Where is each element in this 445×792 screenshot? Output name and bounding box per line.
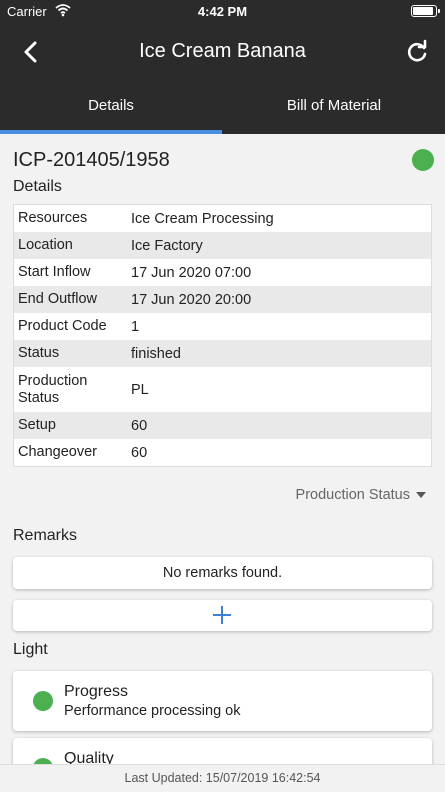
table-row: Location Ice Factory [14, 232, 431, 259]
last-updated-text: Last Updated: 15/07/2019 16:42:54 [124, 771, 321, 785]
light-item-progress[interactable]: Progress Performance processing ok [13, 671, 432, 731]
row-value: Ice Cream Processing [131, 210, 274, 227]
table-row: Production Status PL [14, 367, 431, 412]
light-item-name: Progress [64, 683, 129, 700]
row-key: Start Inflow [18, 264, 91, 280]
row-key: Production Status [18, 372, 88, 406]
table-row: Changeover 60 [14, 439, 431, 466]
no-remarks-text: No remarks found. [162, 565, 283, 581]
last-updated-footer: Last Updated: 15/07/2019 16:42:54 [0, 764, 445, 792]
remarks-heading: Remarks [13, 527, 78, 544]
tab-bill-of-material[interactable]: Bill of Material [223, 82, 445, 134]
table-row: End Outflow 17 Jun 2020 20:00 [14, 286, 431, 313]
refresh-button[interactable] [403, 38, 431, 66]
row-key: Status [18, 345, 60, 361]
clock: 4:42 PM [197, 4, 248, 19]
row-key: Resources [18, 210, 88, 226]
table-row: Product Code 1 [14, 313, 431, 340]
details-heading: Details [13, 178, 62, 195]
order-id: ICP-201405/1958 [13, 149, 170, 171]
row-value: PL [131, 381, 149, 398]
battery-icon [411, 5, 440, 17]
details-table: Resources Ice Cream Processing Location … [13, 204, 432, 467]
row-value: 1 [131, 318, 140, 335]
table-row: Resources Ice Cream Processing [14, 205, 431, 232]
tab-bar: Details Bill of Material [0, 82, 445, 134]
status-light-icon [33, 691, 53, 711]
row-value: 60 [131, 444, 148, 461]
table-row: Setup 60 [14, 412, 431, 439]
table-row: Start Inflow 17 Jun 2020 07:00 [14, 259, 431, 286]
light-heading: Light [13, 641, 48, 658]
remarks-empty-card: No remarks found. [13, 557, 432, 589]
row-key: Setup [18, 417, 56, 433]
production-status-label: Production Status [295, 487, 410, 503]
row-value: 17 Jun 2020 20:00 [131, 291, 252, 308]
table-row: Status finished [14, 340, 431, 367]
row-value: Ice Factory [131, 237, 203, 254]
row-value: finished [131, 345, 181, 362]
status-indicator [412, 149, 434, 171]
navigation-bar: Ice Cream Banana [0, 22, 445, 82]
add-remark-button[interactable] [13, 600, 432, 631]
row-key: Product Code [18, 318, 107, 334]
refresh-icon [407, 39, 427, 62]
row-key: Changeover [18, 444, 97, 460]
page-title: Ice Cream Banana [139, 40, 306, 62]
row-key: Location [18, 237, 73, 253]
light-item-description: Performance processing ok [64, 703, 241, 719]
row-key: End Outflow [18, 291, 97, 307]
status-bar: Carrier 4:42 PM [0, 0, 445, 22]
tab-details[interactable]: Details [0, 82, 222, 134]
caret-down-icon [416, 492, 426, 499]
production-status-dropdown[interactable]: Production Status [296, 487, 426, 503]
row-value: 60 [131, 417, 148, 434]
row-value: 17 Jun 2020 07:00 [131, 264, 252, 281]
